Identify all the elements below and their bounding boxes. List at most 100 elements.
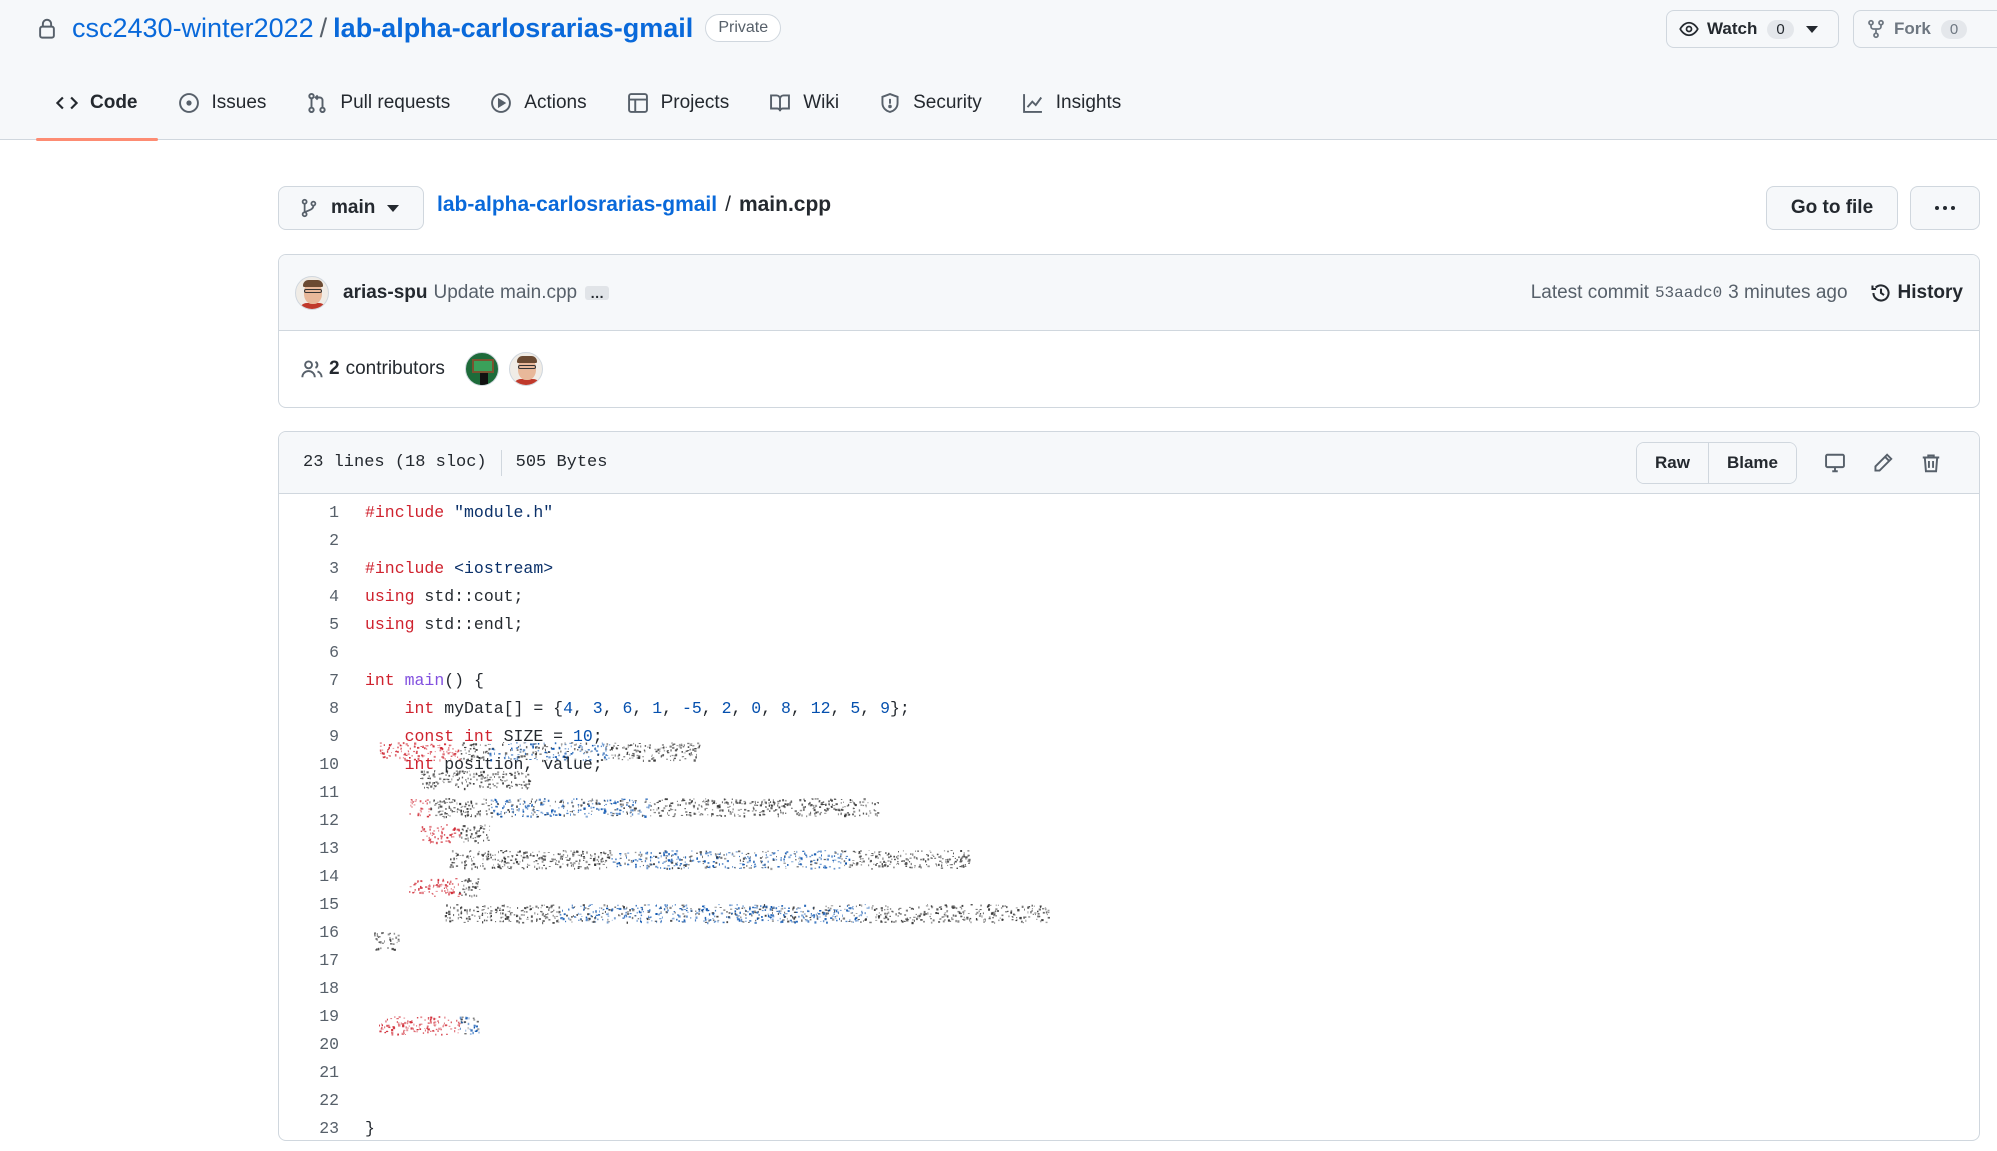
contributors-label[interactable]: contributors [346,358,445,380]
commit-time: 3 minutes ago [1728,281,1848,303]
redaction-noise [374,742,1050,1036]
book-icon [770,94,791,112]
history-label: History [1897,281,1963,303]
line-number[interactable]: 1 [279,503,339,522]
tab-label: Actions [524,92,587,113]
line-number[interactable]: 18 [279,979,339,998]
eye-icon [1679,21,1699,37]
avatar[interactable] [295,275,329,310]
fork-label: Fork [1894,19,1931,38]
commit-row: arias-spu Update main.cpp … Latest commi… [279,255,1979,331]
shield-icon [881,93,899,113]
graph-icon [1022,94,1042,113]
divider [500,449,502,476]
chevron-down-icon [387,204,400,212]
branch-select-button[interactable]: main [278,186,424,230]
avatar[interactable] [508,352,543,386]
repo-header: csc2430-winter2022 / lab-alpha-carlosrar… [0,0,1997,141]
line-number[interactable]: 2 [279,531,339,550]
breadcrumb-repo-link[interactable]: lab-alpha-carlosrarias-gmail [437,193,717,216]
contributors-count: 2 [329,358,340,379]
watch-label: Watch [1707,19,1758,38]
trash-icon [1922,453,1940,472]
watch-count: 0 [1767,19,1794,39]
tab-issues[interactable]: Issues [158,84,287,140]
tab-security[interactable]: Security [859,84,1002,140]
line-number[interactable]: 23 [279,1119,339,1138]
history-link[interactable]: History [1870,282,1963,304]
code-text: using std::cout; [365,586,524,606]
file-viewer: 23 lines (18 sloc) 505 Bytes Raw Blame 1… [278,431,1980,1141]
commit-expand-button[interactable]: … [585,285,610,300]
code-icon [56,96,78,110]
breadcrumb: lab-alpha-carlosrarias-gmail / main.cpp [437,193,831,217]
code-text: #include <iostream> [365,558,554,578]
code-line: 22 [279,1086,1979,1114]
breadcrumb-file: main.cpp [738,193,832,216]
line-number[interactable]: 5 [279,615,339,634]
commit-meta: Latest commit 53aadc0 3 minutes ago Hist… [1531,282,1963,304]
watch-button[interactable]: Watch 0 [1666,10,1839,48]
desktop-button[interactable] [1811,452,1859,474]
go-to-file-button[interactable]: Go to file [1766,186,1898,230]
line-number[interactable]: 14 [279,867,339,886]
line-number[interactable]: 9 [279,727,339,746]
commit-sha-link[interactable]: 53aadc0 [1655,284,1722,302]
line-number[interactable]: 19 [279,1007,339,1026]
fork-button[interactable]: Fork 0 [1853,10,1997,48]
line-number[interactable]: 8 [279,699,339,718]
tab-label: Security [913,92,982,113]
fork-count: 0 [1940,19,1968,39]
line-number[interactable]: 17 [279,951,339,970]
tab-insights[interactable]: Insights [1002,84,1141,140]
play-icon [491,93,512,113]
line-number[interactable]: 20 [279,1035,339,1054]
history-icon [1870,283,1890,302]
code-line: 1 #include "module.h" [279,498,1979,526]
kebab-horizontal-icon [1935,206,1955,210]
delete-button[interactable] [1907,452,1955,474]
tab-label: Wiki [803,92,840,113]
tab-pull-requests[interactable]: Pull requests [286,84,470,140]
code-line: 4 using std::cout; [279,582,1979,610]
avatar[interactable] [464,352,499,386]
line-number[interactable]: 10 [279,755,339,774]
line-number[interactable]: 11 [279,783,339,802]
tab-projects[interactable]: Projects [607,84,750,140]
line-number[interactable]: 13 [279,839,339,858]
line-number[interactable]: 12 [279,811,339,830]
line-number[interactable]: 16 [279,923,339,942]
blame-button[interactable]: Blame [1707,442,1796,483]
lock-icon [39,18,55,39]
repo-name-link[interactable]: lab-alpha-carlosrarias-gmail [333,13,693,44]
raw-button[interactable]: Raw [1637,442,1708,483]
contributor-avatars [464,352,555,386]
commit-author-link[interactable]: arias-spu [343,282,427,304]
commit-message-link[interactable]: Update main.cpp [433,282,577,304]
code-text: int myData[] = {4, 3, 6, 1, -5, 2, 0, 8,… [404,698,910,718]
file-size-info: 505 Bytes [515,453,608,472]
branch-name: main [331,197,376,218]
tab-label: Code [90,92,138,113]
edit-button[interactable] [1859,452,1907,474]
tab-wiki[interactable]: Wiki [749,84,859,140]
visibility-badge: Private [705,14,782,42]
line-number[interactable]: 3 [279,559,339,578]
repo-owner-link[interactable]: csc2430-winter2022 [72,13,314,44]
line-number[interactable]: 21 [279,1063,339,1082]
issue-icon [178,93,199,113]
line-number[interactable]: 7 [279,671,339,690]
raw-blame-group: Raw Blame [1636,441,1797,484]
repo-title: csc2430-winter2022 / lab-alpha-carlosrar… [36,10,782,46]
tab-code[interactable]: Code [36,84,158,141]
line-number[interactable]: 6 [279,643,339,662]
tab-label: Pull requests [340,92,451,113]
file-info-bar: 23 lines (18 sloc) 505 Bytes Raw Blame [279,432,1979,494]
code-line: 8 int myData[] = {4, 3, 6, 1, -5, 2, 0, … [279,694,1979,722]
line-number[interactable]: 4 [279,587,339,606]
line-number[interactable]: 22 [279,1091,339,1110]
tab-actions[interactable]: Actions [470,84,606,140]
line-number[interactable]: 15 [279,895,339,914]
chevron-down-icon [1805,25,1818,33]
more-options-button[interactable] [1910,186,1980,230]
